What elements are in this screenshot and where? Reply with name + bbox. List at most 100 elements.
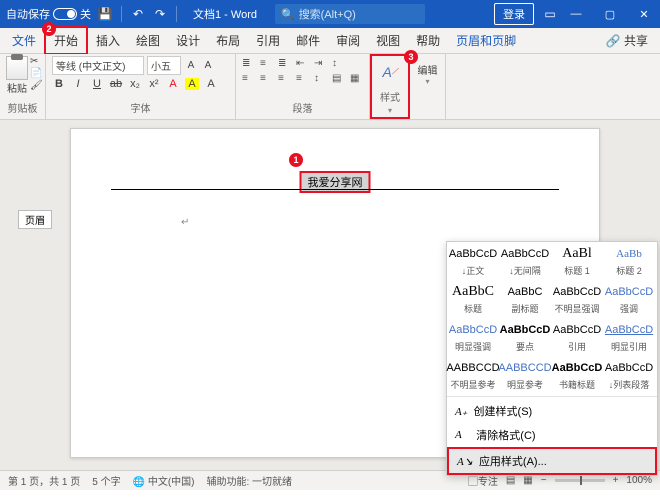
style-cell[interactable]: AaBbCcD↓正文 [447, 242, 499, 280]
tab-file[interactable]: 文件 [4, 28, 44, 53]
undo-icon[interactable]: ↶ [130, 6, 146, 22]
status-words[interactable]: 5 个字 [92, 473, 120, 488]
grow-font-icon[interactable]: A [184, 60, 198, 71]
edit-button[interactable]: 编辑 [416, 62, 439, 77]
style-cell[interactable]: AaBbCcD↓列表段落 [603, 356, 655, 394]
style-cell[interactable]: AaBbCcD明显强调 [447, 318, 499, 356]
callout-1: 1 [289, 153, 303, 167]
header-rule [111, 189, 559, 190]
underline-button[interactable]: U [90, 78, 104, 90]
style-name: 标题 2 [605, 264, 653, 277]
close-button[interactable]: ✕ [628, 0, 660, 28]
paste-button[interactable]: 粘贴 [6, 56, 28, 95]
style-name: 要点 [501, 340, 549, 353]
align-right-icon[interactable]: ≡ [278, 73, 291, 86]
styles-button[interactable]: A⟋ 样式 ▾ 3 [370, 54, 410, 119]
style-preview: AaBbCcD [553, 359, 601, 377]
justify-icon[interactable]: ≡ [296, 73, 309, 86]
style-cell[interactable]: AaBl标题 1 [551, 242, 603, 280]
highlight-button[interactable]: A [185, 78, 199, 90]
search-placeholder: 搜索(Alt+Q) [299, 6, 356, 22]
multilevel-icon[interactable]: ≣ [278, 58, 291, 71]
tab-design[interactable]: 设计 [168, 28, 208, 53]
zoom-level[interactable]: 100% [626, 475, 652, 486]
align-center-icon[interactable]: ≡ [260, 73, 273, 86]
zoom-slider[interactable] [555, 479, 605, 482]
zoom-out[interactable]: − [541, 475, 547, 486]
status-page[interactable]: 第 1 页，共 1 页 [8, 473, 80, 488]
indent-dec-icon[interactable]: ⇤ [296, 58, 309, 71]
style-cell[interactable]: AaBbC副标题 [499, 280, 551, 318]
italic-button[interactable]: I [71, 78, 85, 90]
font-color-button[interactable]: A [166, 78, 180, 90]
font-name-select[interactable]: 等线 (中文正文) [52, 56, 144, 75]
tab-mailings[interactable]: 邮件 [288, 28, 328, 53]
signin-button[interactable]: 登录 [494, 3, 534, 25]
zoom-in[interactable]: + [613, 475, 619, 486]
callout-3: 3 [404, 50, 418, 64]
style-preview: AaBbCcD [605, 321, 653, 339]
style-cell[interactable]: AaBbCcD明显引用 [603, 318, 655, 356]
status-lang[interactable]: 🌐 中文(中国) [133, 473, 195, 488]
tab-review[interactable]: 审阅 [328, 28, 368, 53]
style-cell[interactable]: AaBbCcD引用 [551, 318, 603, 356]
style-cell[interactable]: AaBbCcD书籍标题 [551, 356, 603, 394]
minimize-button[interactable]: — [560, 0, 592, 28]
bold-button[interactable]: B [52, 78, 66, 90]
indent-inc-icon[interactable]: ⇥ [314, 58, 327, 71]
align-left-icon[interactable]: ≡ [242, 73, 255, 86]
style-cell[interactable]: AaBbCcD强调 [603, 280, 655, 318]
tab-layout[interactable]: 布局 [208, 28, 248, 53]
callout-2: 2 [42, 22, 56, 36]
style-name: 不明显参考 [449, 378, 497, 391]
shrink-font-icon[interactable]: A [201, 60, 215, 71]
style-name: 明显引用 [605, 340, 653, 353]
style-cell[interactable]: AaBb标题 2 [603, 242, 655, 280]
subscript-button[interactable]: x₂ [128, 78, 142, 90]
sort-icon[interactable]: ↕ [332, 58, 345, 71]
format-painter-icon[interactable]: 🖌 [30, 80, 43, 92]
create-style-action[interactable]: A₊创建样式(S) [447, 399, 657, 423]
style-cell[interactable]: AaBbCcD要点 [499, 318, 551, 356]
cut-icon[interactable]: ✂ [30, 56, 43, 68]
redo-icon[interactable]: ↷ [152, 6, 168, 22]
view-print[interactable]: ▤ [506, 475, 515, 486]
style-cell[interactable]: AABBCCD不明显参考 [447, 356, 499, 394]
tab-insert[interactable]: 插入 [88, 28, 128, 53]
style-cell[interactable]: AaBbCcD↓无间隔 [499, 242, 551, 280]
search-input[interactable]: 🔍 搜索(Alt+Q) [275, 4, 425, 24]
body-cursor[interactable]: ↵ [181, 217, 189, 228]
tab-help[interactable]: 帮助 [408, 28, 448, 53]
status-a11y[interactable]: 辅助功能: 一切就绪 [207, 473, 293, 488]
maximize-button[interactable]: ▢ [594, 0, 626, 28]
style-name: 书籍标题 [553, 378, 601, 391]
search-icon: 🔍 [281, 8, 295, 21]
style-preview: AaBbCcD [605, 359, 653, 377]
font-size-select[interactable]: 小五 [147, 56, 181, 75]
style-name: 明显参考 [501, 378, 549, 391]
shading-icon[interactable]: ▤ [332, 73, 345, 86]
style-cell[interactable]: AaBbC标题 [447, 280, 499, 318]
bullets-icon[interactable]: ≣ [242, 58, 255, 71]
superscript-button[interactable]: x² [147, 78, 161, 90]
clear-format-button[interactable]: A [204, 78, 218, 90]
numbering-icon[interactable]: ≡ [260, 58, 273, 71]
borders-icon[interactable]: ▦ [350, 73, 363, 86]
tab-view[interactable]: 视图 [368, 28, 408, 53]
tab-header-footer[interactable]: 页眉和页脚 [448, 28, 524, 53]
line-spacing-icon[interactable]: ↕ [314, 73, 327, 86]
style-name: 明显强调 [449, 340, 497, 353]
ribbon-mode-icon[interactable]: ▭ [542, 6, 558, 22]
tab-references[interactable]: 引用 [248, 28, 288, 53]
copy-icon[interactable]: 📄 [30, 68, 43, 80]
save-icon[interactable]: 💾 [97, 6, 113, 22]
strike-button[interactable]: ab [109, 78, 123, 90]
style-cell[interactable]: AABBCCD明显参考 [499, 356, 551, 394]
apply-style-action[interactable]: A↘应用样式(A)...4 [447, 447, 657, 475]
style-cell[interactable]: AaBbCcD不明显强调 [551, 280, 603, 318]
clear-format-action[interactable]: A⃠清除格式(C) [447, 423, 657, 447]
tab-draw[interactable]: 绘图 [128, 28, 168, 53]
autosave-toggle[interactable] [53, 8, 77, 20]
view-web[interactable]: ▦ [523, 475, 532, 486]
share-button[interactable]: 🔗 共享 [600, 30, 654, 51]
